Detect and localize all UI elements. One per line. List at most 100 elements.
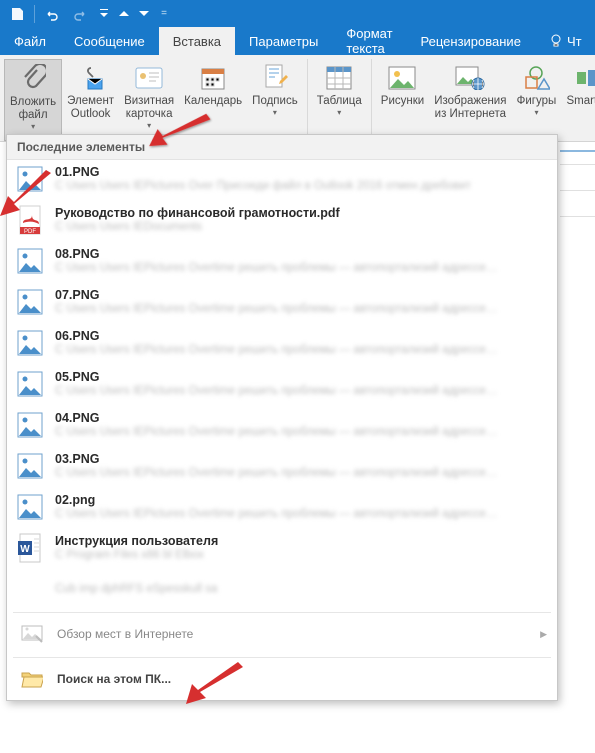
- file-name: 04.PNG: [55, 411, 547, 425]
- browse-web-label: Обзор мест в Интернете: [57, 627, 193, 641]
- attach-file-dropdown: Последние элементы 01.PNGC Users Users I…: [6, 134, 558, 701]
- signature-icon: [262, 61, 288, 95]
- up-caret-icon[interactable]: [115, 3, 133, 25]
- save-icon[interactable]: [4, 3, 30, 25]
- business-card-button[interactable]: Визитная карточка ▾: [119, 59, 179, 141]
- ribbon-tabs: Файл Сообщение Вставка Параметры Формат …: [0, 27, 595, 55]
- outlook-item-button[interactable]: Элемент Outlook: [62, 59, 119, 141]
- file-name: 03.PNG: [55, 452, 547, 466]
- ribbon-group-tables: Таблица ▾: [308, 59, 372, 141]
- tab-tell-me-label: Чт: [567, 34, 582, 49]
- separator: [13, 657, 551, 658]
- recent-item[interactable]: 01.PNGC Users Users IEPictures Over Прис…: [7, 160, 557, 201]
- recent-item[interactable]: 04.PNGC Users Users IEPictures Overtime …: [7, 406, 557, 447]
- chevron-down-icon: ▾: [273, 108, 277, 117]
- file-name: Руководство по финансовой грамотности.pd…: [55, 206, 547, 220]
- table-button[interactable]: Таблица ▾: [312, 59, 367, 141]
- smartart-label: SmartArt: [566, 95, 595, 108]
- eq-icon[interactable]: =: [155, 3, 173, 25]
- file-name: 05.PNG: [55, 370, 547, 384]
- bulb-icon: [549, 34, 563, 48]
- pictures-button[interactable]: Рисунки: [376, 59, 429, 141]
- file-path: C Users Users IEPictures Overtime решить…: [55, 385, 547, 397]
- pictures-label: Рисунки: [381, 95, 424, 108]
- attach-file-label: Вложить файл: [10, 96, 56, 122]
- file-path: C Users Users IEPictures Over Присоеди ф…: [55, 180, 547, 192]
- smartart-icon: [575, 61, 595, 95]
- signature-button[interactable]: Подпись ▾: [247, 59, 303, 141]
- smartart-button[interactable]: SmartArt: [561, 59, 595, 141]
- shapes-label: Фигуры: [517, 95, 557, 108]
- file-path: C Users Users IEPictures Overtime решить…: [55, 262, 547, 274]
- file-type-icon: [17, 412, 43, 438]
- card-icon: [135, 61, 163, 95]
- browse-pc-row[interactable]: Поиск на этом ПК...: [7, 660, 557, 700]
- tab-tell-me[interactable]: Чт: [535, 27, 595, 55]
- file-type-icon: [17, 330, 43, 356]
- recent-item[interactable]: PDF Руководство по финансовой грамотности…: [7, 201, 557, 242]
- calendar-label: Календарь: [184, 95, 242, 108]
- calendar-icon: [200, 61, 226, 95]
- file-name: Инструкция пользователя: [55, 534, 547, 548]
- recent-items-header: Последние элементы: [7, 135, 557, 160]
- tab-review[interactable]: Рецензирование: [407, 27, 535, 55]
- down-caret-icon[interactable]: [135, 3, 153, 25]
- file-path: C Users Users IEPictures Overtime решить…: [55, 508, 547, 520]
- title-bar: =: [0, 0, 595, 27]
- file-path: C Users Users IEPictures Overtime решить…: [55, 426, 547, 438]
- recent-item[interactable]: 08.PNGC Users Users IEPictures Overtime …: [7, 242, 557, 283]
- undo-icon[interactable]: [39, 3, 65, 25]
- file-name: 07.PNG: [55, 288, 547, 302]
- chevron-down-icon: ▾: [147, 121, 151, 130]
- file-path: C Users Users IEPictures Overtime решить…: [55, 467, 547, 479]
- recent-item[interactable]: W Инструкция пользователяC Program Files …: [7, 529, 557, 570]
- file-type-icon: W: [17, 535, 43, 561]
- business-card-label: Визитная карточка: [124, 95, 174, 121]
- file-type-icon: [17, 371, 43, 397]
- recent-item[interactable]: 03.PNGC Users Users IEPictures Overtime …: [7, 447, 557, 488]
- file-path: C Program Files x86 bl Elbox: [55, 549, 547, 561]
- shapes-button[interactable]: Фигуры ▾: [511, 59, 561, 141]
- tab-format[interactable]: Формат текста: [332, 27, 406, 55]
- picture-icon: [388, 61, 416, 95]
- chevron-down-icon: ▾: [337, 108, 341, 117]
- redo-icon[interactable]: [67, 3, 93, 25]
- paperclip-mail-icon: [78, 61, 104, 95]
- shapes-icon: [522, 61, 550, 95]
- attach-file-button[interactable]: Вложить файл ▾: [4, 59, 62, 141]
- paperclip-icon: [20, 62, 46, 96]
- recent-item[interactable]: 02.pngC Users Users IEPictures Overtime …: [7, 488, 557, 529]
- file-type-icon: [17, 289, 43, 315]
- tab-message[interactable]: Сообщение: [60, 27, 159, 55]
- file-type-icon: [17, 166, 43, 192]
- calendar-button[interactable]: Календарь: [179, 59, 247, 141]
- tab-file[interactable]: Файл: [0, 27, 60, 55]
- file-type-icon: [17, 453, 43, 479]
- table-icon: [326, 61, 352, 95]
- ribbon: Вложить файл ▾ Элемент Outlook Визитная …: [0, 55, 595, 142]
- outlook-item-label: Элемент Outlook: [67, 95, 114, 121]
- tab-params[interactable]: Параметры: [235, 27, 332, 55]
- tab-insert[interactable]: Вставка: [159, 27, 235, 55]
- browse-pc-label: Поиск на этом ПК...: [57, 672, 171, 686]
- recent-item[interactable]: Cub imp dphRFS eSpesskull sa: [7, 570, 557, 610]
- chevron-down-icon: ▾: [534, 108, 538, 117]
- file-name: 02.png: [55, 493, 547, 507]
- chevron-right-icon: ▶: [540, 629, 547, 640]
- file-path: C Users Users IEDocuments: [55, 221, 547, 233]
- file-name: 01.PNG: [55, 165, 547, 179]
- ribbon-group-include: Вложить файл ▾ Элемент Outlook Визитная …: [0, 59, 308, 141]
- file-name: 08.PNG: [55, 247, 547, 261]
- ribbon-group-illustrations: Рисунки Изображения из Интернета Фигуры …: [372, 59, 595, 141]
- qat-more-icon[interactable]: [95, 3, 113, 25]
- file-type-icon: [17, 248, 43, 274]
- recent-item[interactable]: 05.PNGC Users Users IEPictures Overtime …: [7, 365, 557, 406]
- browse-web-row[interactable]: Обзор мест в Интернете ▶: [7, 615, 557, 655]
- online-pictures-button[interactable]: Изображения из Интернета: [429, 59, 511, 141]
- chevron-down-icon: ▾: [31, 122, 35, 131]
- recent-item[interactable]: 07.PNGC Users Users IEPictures Overtime …: [7, 283, 557, 324]
- recent-item[interactable]: 06.PNGC Users Users IEPictures Overtime …: [7, 324, 557, 365]
- file-path: Cub imp dphRFS eSpesskull sa: [55, 583, 547, 595]
- svg-text:PDF: PDF: [24, 229, 36, 235]
- file-type-icon: [17, 494, 43, 520]
